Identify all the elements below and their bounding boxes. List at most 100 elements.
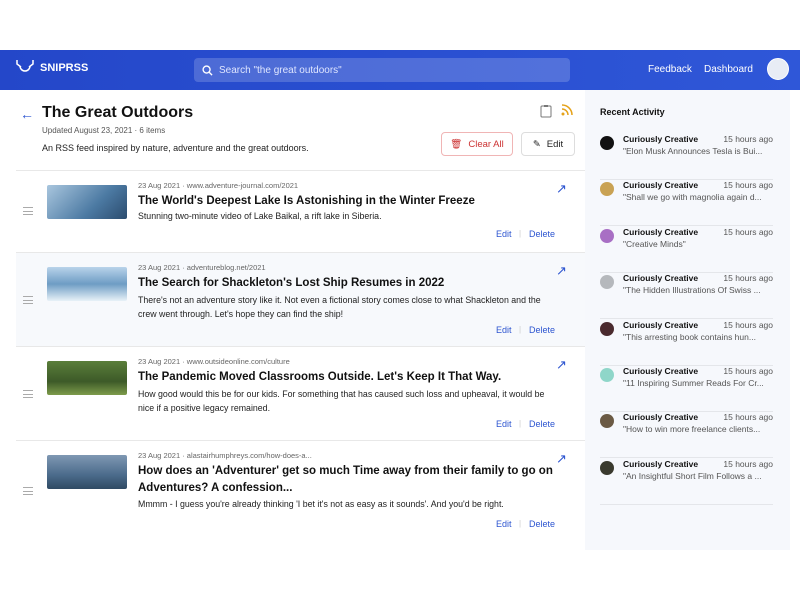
user-avatar[interactable] [767,58,789,80]
item-delete-link[interactable]: Delete [529,519,555,529]
feed-item[interactable]: 23 Aug 2021 · adventureblog.net/2021 The… [16,252,585,346]
page-title: The Great Outdoors [42,104,194,121]
feed-item[interactable]: 23 Aug 2021 · www.adventure-journal.com/… [16,170,585,250]
activity-avatar [600,182,614,197]
feed-item[interactable]: 23 Aug 2021 · www.outsideonline.com/cult… [16,346,585,440]
activity-item[interactable]: Curiously Creative 15 hours ago "An Insi… [600,459,773,505]
recent-activity-title: Recent Activity [600,107,665,117]
activity-avatar [600,321,614,336]
open-external-icon[interactable]: ↗ [556,181,567,197]
feed-updated: Updated August 23, 2021 · 6 items [42,126,166,135]
edit-feed-button[interactable]: ✎ Edit [521,132,575,156]
activity-user: Curiously Creative [623,366,699,376]
item-meta: 23 Aug 2021 · www.adventure-journal.com/… [138,181,299,190]
item-edit-link[interactable]: Edit [496,325,512,335]
item-title[interactable]: How does an 'Adventurer' get so much Tim… [138,463,558,497]
activity-quote: "11 Inspiring Summer Reads For Cr... [623,378,764,388]
item-summary: Stunning two-minute video of Lake Baikal… [138,211,382,221]
activity-quote: "The Hidden Illustrations Of Swiss ... [623,285,761,296]
item-title[interactable]: The World's Deepest Lake Is Astonishing … [138,193,558,210]
activity-avatar [600,228,614,243]
activity-time: 15 hours ago [723,180,773,191]
open-external-icon[interactable]: ↗ [556,357,567,373]
activity-avatar [600,275,614,290]
activity-item[interactable]: Curiously Creative 15 hours ago "The Hid… [600,273,773,320]
trash-icon: 🗑 [450,138,463,150]
feed-description: An RSS feed inspired by nature, adventur… [42,143,309,153]
item-thumbnail [47,455,127,489]
edit-label: Edit [546,138,564,150]
activity-user: Curiously Creative [623,273,699,284]
feedback-link[interactable]: Feedback [648,64,692,75]
rss-icon[interactable] [561,104,573,116]
pencil-icon: ✎ [532,138,541,150]
feed-item[interactable]: 23 Aug 2021 · alastairhumphreys.com/how-… [16,440,585,540]
open-external-icon[interactable]: ↗ [556,263,567,279]
activity-item[interactable]: Curiously Creative 15 hours ago "This ar… [600,320,773,366]
activity-avatar [600,414,614,429]
activity-quote: "Creative Minds" [623,238,686,249]
item-thumbnail [47,185,127,219]
item-delete-link[interactable]: Delete [529,325,555,335]
activity-time: 15 hours ago [723,319,773,330]
drag-handle-icon[interactable] [23,207,33,215]
activity-user: Curiously Creative [623,458,699,469]
divider: | [519,419,522,428]
item-title[interactable]: The Search for Shackleton's Lost Ship Re… [138,275,558,292]
item-edit-link[interactable]: Edit [496,419,512,429]
item-summary: There's not an adventure story like it. … [138,295,541,319]
feed-main: ← The Great Outdoors Updated August 23, … [0,90,585,550]
activity-avatar [600,368,614,382]
search-input[interactable]: Search "the great outdoors" [194,58,570,82]
divider: | [519,325,522,334]
activity-quote: "An Insightful Short Film Follows a ... [623,470,762,481]
activity-time: 15 hours ago [723,226,773,237]
drag-handle-icon[interactable] [23,296,33,304]
item-delete-link[interactable]: Delete [529,419,555,429]
antler-logo-icon [16,60,34,72]
back-arrow-icon[interactable]: ← [20,106,34,122]
activity-item[interactable]: Curiously Creative 15 hours ago "11 Insp… [600,366,773,412]
activity-quote: "How to win more freelance clients... [623,424,761,435]
item-meta: 23 Aug 2021 · adventureblog.net/2021 [138,263,266,272]
activity-user: Curiously Creative [623,180,699,191]
activity-item[interactable]: Curiously Creative 15 hours ago "Elon Mu… [600,134,773,180]
item-meta: 23 Aug 2021 · www.outsideonline.com/cult… [138,357,290,366]
clear-all-label: Clear All [468,138,504,150]
open-external-icon[interactable]: ↗ [556,451,567,467]
activity-avatar [600,136,614,150]
logo[interactable]: SNIPRSS [14,58,88,78]
item-delete-link[interactable]: Delete [529,229,555,239]
drag-handle-icon[interactable] [23,487,33,495]
item-meta: 23 Aug 2021 · alastairhumphreys.com/how-… [138,451,312,460]
logo-text: SNIPRSS [40,62,89,74]
item-edit-link[interactable]: Edit [496,519,512,529]
activity-time: 15 hours ago [723,412,773,423]
top-nav-bar: SNIPRSS Search "the great outdoors" Feed… [0,50,800,90]
activity-quote: "This arresting book contains hun... [623,331,756,342]
activity-item[interactable]: Curiously Creative 15 hours ago "Creativ… [600,227,773,273]
activity-time: 15 hours ago [723,458,773,469]
activity-item[interactable]: Curiously Creative 15 hours ago "Shall w… [600,180,773,227]
item-title[interactable]: The Pandemic Moved Classrooms Outside. L… [138,369,558,386]
activity-user: Curiously Creative [623,226,699,237]
item-thumbnail [47,267,127,301]
item-thumbnail [47,361,127,395]
activity-time: 15 hours ago [723,273,773,284]
divider: | [519,519,522,528]
activity-user: Curiously Creative [623,134,699,144]
activity-avatar [600,460,614,475]
dashboard-link[interactable]: Dashboard [704,64,753,75]
activity-user: Curiously Creative [623,319,699,330]
activity-time: 15 hours ago [723,134,773,144]
drag-handle-icon[interactable] [23,390,33,398]
activity-user: Curiously Creative [623,412,699,423]
search-icon [202,64,213,76]
clipboard-icon[interactable] [540,104,552,118]
search-placeholder: Search "the great outdoors" [219,64,342,76]
divider: | [519,229,522,238]
activity-item[interactable]: Curiously Creative 15 hours ago "How to … [600,412,773,459]
clear-all-button[interactable]: 🗑 Clear All [441,132,513,156]
item-edit-link[interactable]: Edit [496,229,512,239]
recent-activity-sidebar: Recent Activity Curiously Creative 15 ho… [585,90,790,550]
